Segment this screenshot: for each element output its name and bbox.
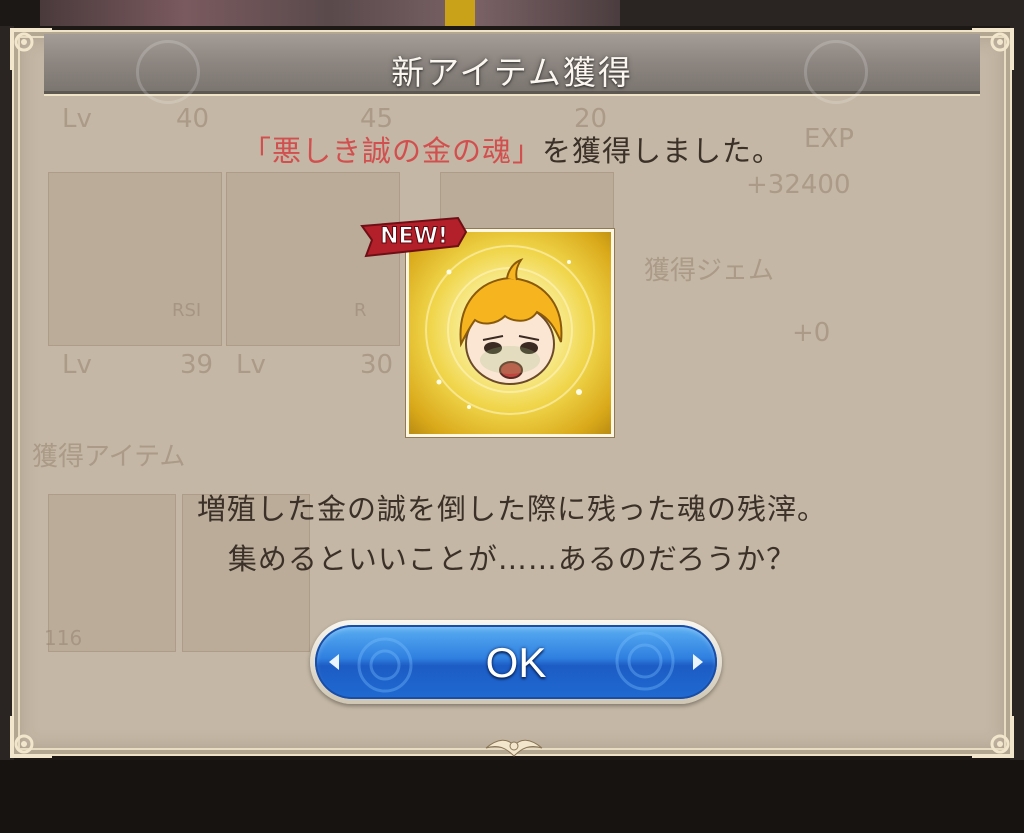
corner-ornament-icon <box>972 28 1014 70</box>
ghost-item-count: 116 <box>44 626 83 650</box>
ghost-char2-lv: 30 <box>360 350 394 380</box>
background-footer <box>0 760 1024 833</box>
ghost-char1-lv: 39 <box>180 350 214 380</box>
item-name: 「悪しき誠の金の魂」 <box>241 134 542 168</box>
corner-ornament-icon <box>10 28 52 70</box>
corner-ornament-icon <box>10 716 52 758</box>
background-header-dark <box>620 0 1024 26</box>
ok-button[interactable]: OK <box>310 620 722 704</box>
ghost-exp-value: +32400 <box>746 170 851 200</box>
new-badge-label: NEW! <box>380 224 448 249</box>
ghost-gem-label: 獲得ジェム <box>644 256 775 286</box>
new-badge: NEW! <box>360 216 468 258</box>
ghost-lv-label-3: Lv <box>236 350 266 380</box>
ghost-char1-tag: RSI <box>172 300 202 321</box>
bottom-ornament-icon <box>485 739 543 757</box>
ok-button-label: OK <box>485 639 547 686</box>
item-description-line-2: 集めるといいことが……あるのだろうか？ <box>227 542 797 576</box>
acquired-message-suffix: を獲得しました。 <box>542 134 783 168</box>
dialog-title-bar: 新アイテム獲得 <box>44 34 980 104</box>
corner-ornament-icon <box>972 716 1014 758</box>
item-description-line-1: 増殖した金の誠を倒した際に残った魂の残滓。 <box>196 492 827 526</box>
golden-soul-item-icon <box>409 232 611 434</box>
ghost-gem-value: +0 <box>792 318 831 348</box>
item-description: 増殖した金の誠を倒した際に残った魂の残滓。 集めるといいことが……あるのだろうか… <box>14 484 1010 584</box>
ghost-lv-label-2: Lv <box>62 350 92 380</box>
ghost-char2-tag: R <box>354 300 367 321</box>
dialog-title: 新アイテム獲得 <box>391 53 633 92</box>
acquired-message: 「悪しき誠の金の魂」を獲得しました。 <box>14 128 1010 170</box>
ghost-items-label: 獲得アイテム <box>32 442 186 472</box>
background-character-strip <box>40 0 620 26</box>
new-item-dialog: Lv 40 45 20 EXP +32400 獲得ジェム +0 RSI R Lv… <box>10 28 1014 758</box>
